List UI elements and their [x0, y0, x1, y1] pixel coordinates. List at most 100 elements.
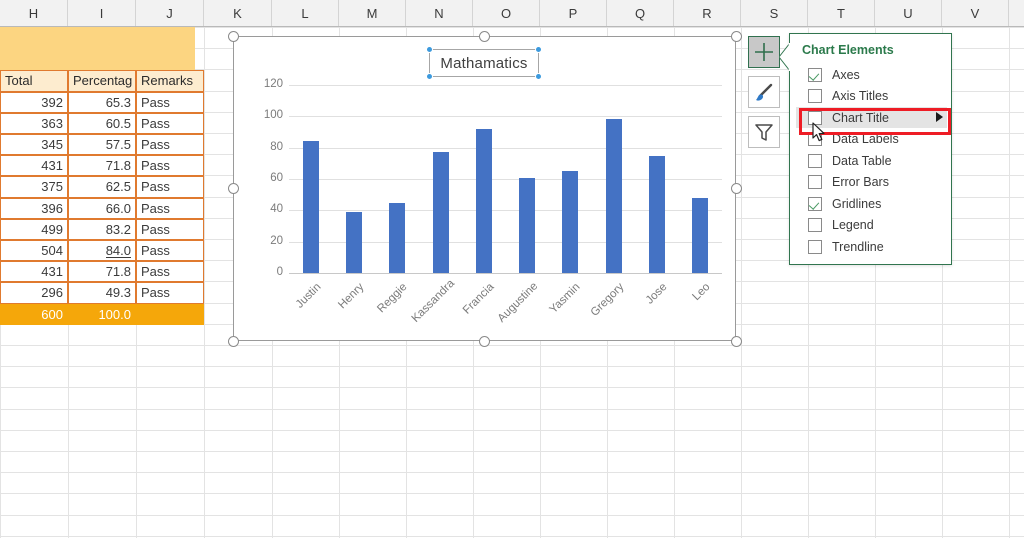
chart-bar[interactable] — [389, 202, 406, 273]
chevron-right-icon[interactable] — [936, 112, 943, 122]
cell-percentage-2[interactable]: 57.5 — [68, 134, 136, 156]
column-header-n[interactable]: N — [406, 0, 473, 26]
cell-total-0[interactable]: 392 — [0, 91, 68, 113]
chart-element-item-trendline[interactable]: Trendline — [796, 236, 947, 257]
chart-bar[interactable] — [692, 197, 709, 273]
cell-total-9[interactable]: 296 — [0, 282, 68, 304]
checkbox-data-table[interactable] — [808, 153, 822, 168]
title-handle-bl[interactable] — [426, 73, 433, 80]
chart-bar[interactable] — [649, 155, 666, 273]
chart-filters-button[interactable] — [748, 116, 780, 148]
cell-percentage-9[interactable]: 49.3 — [68, 282, 136, 304]
percentage-value: 66.0 — [105, 200, 131, 216]
chart-element-item-data-table[interactable]: Data Table — [796, 150, 947, 171]
cell-percentage-4[interactable]: 62.5 — [68, 176, 136, 198]
cell-total-4[interactable]: 375 — [0, 176, 68, 198]
chart-handle-bottom-right[interactable] — [730, 335, 742, 347]
column-header-v[interactable]: V — [942, 0, 1009, 26]
chart-handle-top-left[interactable] — [227, 30, 239, 42]
sheet-title-band[interactable] — [0, 27, 195, 71]
column-header-t[interactable]: T — [808, 0, 875, 26]
cell-total-7[interactable]: 504 — [0, 240, 68, 262]
column-header-i[interactable]: I — [68, 0, 136, 26]
cell-remarks-1[interactable]: Pass — [136, 112, 204, 134]
chart-title-text: Mathamatics — [440, 54, 528, 72]
chart-styles-button[interactable] — [748, 76, 780, 108]
chart-bar[interactable] — [432, 152, 449, 273]
cell-percentage-7[interactable]: 84.0 — [68, 240, 136, 262]
cell-remarks-7[interactable]: Pass — [136, 240, 204, 262]
chart-handle-bottom-center[interactable] — [479, 335, 490, 347]
cell-percentage-1[interactable]: 60.5 — [68, 112, 136, 134]
column-header-m[interactable]: M — [339, 0, 406, 26]
chart-bar[interactable] — [475, 128, 492, 273]
chart-object[interactable]: 0 20 40 60 80 100 120 Justin Henry Reggie Kassandr… — [233, 36, 736, 341]
chart-handle-middle-left[interactable] — [227, 183, 239, 194]
cell-total-1[interactable]: 363 — [0, 112, 68, 134]
header-percentage[interactable]: Percentag — [68, 70, 136, 92]
checkbox-axis-titles[interactable] — [808, 89, 822, 103]
cell-remarks-6[interactable]: Pass — [136, 218, 204, 240]
title-handle-tr[interactable] — [535, 46, 542, 53]
column-header-s[interactable]: S — [741, 0, 808, 26]
chart-element-item-axis-titles[interactable]: Axis Titles — [796, 86, 947, 107]
chart-elements-button[interactable] — [748, 36, 780, 68]
chart-plot-area: 0 20 40 60 80 100 120 Justin Henry Reggie Kassandr… — [234, 37, 735, 340]
column-header-o[interactable]: O — [473, 0, 540, 26]
title-handle-tl[interactable] — [426, 46, 433, 53]
cell-percentage-6[interactable]: 83.2 — [68, 218, 136, 240]
checkbox-legend[interactable] — [808, 218, 822, 232]
header-total[interactable]: Total — [0, 70, 68, 92]
checkbox-axes[interactable] — [808, 67, 822, 82]
cell-total-6[interactable]: 499 — [0, 218, 68, 240]
column-header-p[interactable]: P — [540, 0, 607, 26]
chart-bar[interactable] — [519, 178, 536, 273]
cell-remarks-9[interactable]: Pass — [136, 282, 204, 304]
cell-total-5[interactable]: 396 — [0, 197, 68, 219]
title-handle-br[interactable] — [535, 73, 542, 80]
checkbox-error-bars[interactable] — [808, 175, 822, 189]
cell-percentage-0[interactable]: 65.3 — [68, 91, 136, 113]
chart-bar[interactable] — [302, 141, 319, 273]
cell-remarks-5[interactable]: Pass — [136, 197, 204, 219]
chart-element-item-gridlines[interactable]: Gridlines — [796, 193, 947, 214]
column-header-u[interactable]: U — [875, 0, 942, 26]
cell-percentage-sum[interactable]: 100.0 — [68, 303, 136, 325]
checkbox-gridlines[interactable] — [808, 196, 822, 211]
cell-remarks-4[interactable]: Pass — [136, 176, 204, 198]
column-header-r[interactable]: R — [674, 0, 741, 26]
column-header-j[interactable]: J — [136, 0, 204, 26]
chart-element-item-error-bars[interactable]: Error Bars — [796, 172, 947, 193]
grid-hline — [0, 515, 1024, 516]
cell-remarks-0[interactable]: Pass — [136, 91, 204, 113]
chart-handle-bottom-left[interactable] — [227, 335, 239, 347]
cell-percentage-3[interactable]: 71.8 — [68, 155, 136, 177]
chart-title-box[interactable]: Mathamatics — [426, 46, 542, 80]
cell-remarks-sum[interactable] — [136, 303, 204, 325]
cell-percentage-5[interactable]: 66.0 — [68, 197, 136, 219]
chart-handle-top-center[interactable] — [479, 30, 490, 42]
column-header-l[interactable]: L — [272, 0, 339, 26]
column-header-strip: HIJKLMNOPQRSTUV — [0, 0, 1024, 27]
checkbox-trendline[interactable] — [808, 239, 822, 254]
cell-remarks-3[interactable]: Pass — [136, 155, 204, 177]
chart-handle-top-right[interactable] — [730, 30, 742, 42]
chart-element-item-legend[interactable]: Legend — [796, 215, 947, 236]
grid-hline — [0, 430, 1024, 431]
column-header-q[interactable]: Q — [607, 0, 674, 26]
cell-total-2[interactable]: 345 — [0, 134, 68, 156]
cell-total-8[interactable]: 431 — [0, 261, 68, 283]
cell-remarks-8[interactable]: Pass — [136, 261, 204, 283]
cell-remarks-2[interactable]: Pass — [136, 134, 204, 156]
cell-total-3[interactable]: 431 — [0, 155, 68, 177]
column-header-k[interactable]: K — [204, 0, 272, 26]
cell-total-sum[interactable]: 600 — [0, 303, 68, 325]
header-remarks[interactable]: Remarks — [136, 70, 204, 92]
chart-handle-middle-right[interactable] — [730, 183, 742, 194]
cell-percentage-8[interactable]: 71.8 — [68, 261, 136, 283]
chart-bar[interactable] — [605, 119, 622, 273]
chart-bar[interactable] — [562, 171, 579, 273]
chart-bar[interactable] — [345, 211, 362, 273]
chart-element-item-axes[interactable]: Axes — [796, 64, 947, 85]
column-header-h[interactable]: H — [0, 0, 68, 26]
